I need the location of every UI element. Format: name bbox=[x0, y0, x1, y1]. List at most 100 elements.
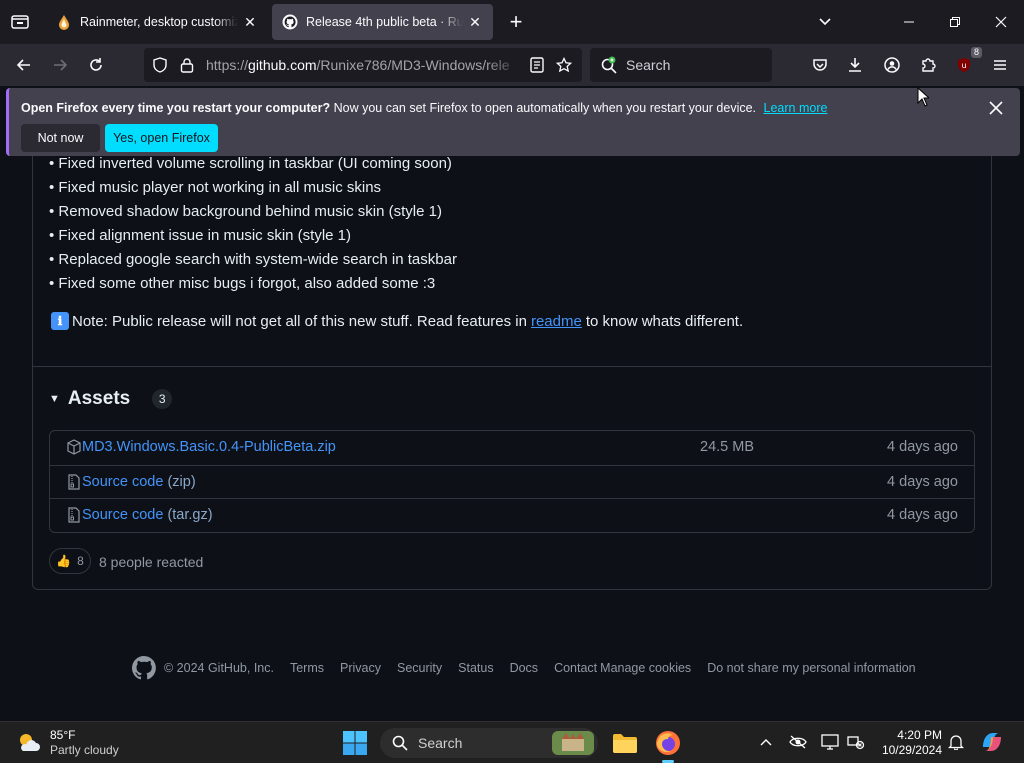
footer-link-manage-cookies[interactable]: Manage cookies bbox=[600, 661, 691, 675]
new-tab-button[interactable]: + bbox=[502, 8, 530, 36]
note-text-end: to know whats different. bbox=[585, 312, 744, 330]
downloads-button[interactable] bbox=[839, 49, 871, 81]
tray-icon-3[interactable] bbox=[846, 732, 866, 752]
reload-icon bbox=[90, 58, 102, 71]
bell-icon bbox=[948, 735, 964, 750]
taskbar-file-explorer[interactable] bbox=[610, 728, 640, 758]
thumbs-up-icon: 👍 bbox=[56, 554, 72, 568]
package-icon bbox=[67, 439, 81, 455]
asset-date: 4 days ago bbox=[887, 439, 958, 455]
file-zip-icon bbox=[68, 507, 80, 523]
footer-link-docs[interactable]: Docs bbox=[510, 661, 538, 675]
assets-count-badge: 3 bbox=[152, 389, 173, 409]
tray-icon-2[interactable] bbox=[820, 732, 840, 752]
tray-icon-1[interactable] bbox=[788, 732, 808, 752]
assets-toggle[interactable]: ▼ Assets 3 bbox=[49, 388, 173, 410]
footer-link-do-not-share[interactable]: Do not share my personal information bbox=[707, 661, 915, 675]
list-item: Fixed music player not working in all mu… bbox=[49, 176, 457, 200]
divider bbox=[33, 366, 991, 367]
search-icon bbox=[392, 735, 408, 751]
asset-download-link[interactable]: MD3.Windows.Basic.0.4-PublicBeta.zip bbox=[82, 439, 336, 455]
pocket-icon bbox=[813, 59, 827, 71]
close-icon bbox=[995, 16, 1007, 28]
pocket-button[interactable] bbox=[804, 49, 836, 81]
list-item: Fixed some other misc bugs i forgot, als… bbox=[49, 272, 457, 296]
restore-button[interactable] bbox=[932, 0, 978, 44]
search-bar[interactable]: Search bbox=[590, 48, 772, 82]
close-window-button[interactable] bbox=[978, 0, 1024, 44]
windows-start-icon[interactable] bbox=[342, 730, 368, 756]
learn-more-link[interactable]: Learn more bbox=[764, 101, 828, 115]
tab-github-release[interactable]: Release 4th public beta · Runixe ✕ bbox=[272, 4, 493, 40]
list-item: Removed shadow background behind music s… bbox=[49, 200, 457, 224]
bookmark-star-icon[interactable] bbox=[556, 57, 572, 73]
extension-badge: 8 bbox=[970, 47, 982, 58]
footer-link-contact[interactable]: Contact bbox=[554, 661, 597, 675]
footer-link-security[interactable]: Security bbox=[397, 661, 442, 675]
weather-widget[interactable]: 85°F Partly cloudy bbox=[16, 728, 119, 758]
forward-button[interactable] bbox=[44, 49, 76, 81]
not-now-button[interactable]: Not now bbox=[21, 124, 100, 152]
arrow-left-icon bbox=[16, 59, 30, 71]
back-button[interactable] bbox=[8, 49, 40, 81]
footer-copyright: © 2024 GitHub, Inc. bbox=[164, 661, 274, 675]
taskbar-search-box[interactable]: Search bbox=[380, 728, 598, 758]
footer-link-privacy[interactable]: Privacy bbox=[340, 661, 381, 675]
tab-close-icon[interactable]: ✕ bbox=[242, 14, 258, 30]
footer-link-status[interactable]: Status bbox=[458, 661, 493, 675]
taskbar-firefox[interactable] bbox=[653, 728, 683, 763]
tab-title: Release 4th public beta · Runixe bbox=[306, 15, 463, 29]
svg-text:u: u bbox=[961, 61, 966, 70]
rainmeter-drop-icon bbox=[56, 14, 72, 30]
account-button[interactable] bbox=[876, 49, 908, 81]
copilot-button[interactable] bbox=[978, 728, 1006, 756]
note-text: Note: Public release will not get all of… bbox=[72, 312, 527, 330]
notifications-button[interactable] bbox=[946, 732, 966, 752]
list-item: Replaced google search with system-wide … bbox=[49, 248, 457, 272]
firefox-icon bbox=[656, 731, 680, 755]
clock-date: 10/29/2024 bbox=[881, 743, 942, 757]
chevron-up-icon bbox=[760, 739, 772, 746]
source-targz-link[interactable]: Source code (tar.gz) bbox=[82, 507, 213, 523]
navigation-toolbar: https://github.com/Runixe786/MD3-Windows… bbox=[0, 44, 1024, 86]
reload-button[interactable] bbox=[80, 49, 112, 81]
url-text[interactable]: https://github.com/Runixe786/MD3-Windows… bbox=[206, 57, 524, 73]
yes-open-firefox-button[interactable]: Yes, open Firefox bbox=[105, 124, 218, 152]
ublock-extension-button[interactable]: u 8 bbox=[948, 47, 982, 81]
reaction-count: 8 bbox=[77, 554, 84, 568]
source-zip-link[interactable]: Source code (zip) bbox=[82, 474, 196, 490]
release-card: Fixed inverted volume scrolling in taskb… bbox=[32, 132, 992, 590]
search-highlight-castle-icon bbox=[552, 731, 594, 755]
show-hidden-icons-button[interactable] bbox=[756, 732, 776, 752]
taskbar-clock[interactable]: 4:20 PM 10/29/2024 bbox=[872, 728, 942, 758]
readme-link[interactable]: readme bbox=[531, 313, 582, 330]
list-all-tabs-button[interactable] bbox=[812, 10, 838, 34]
tab-rainmeter[interactable]: Rainmeter, desktop customizat ✕ bbox=[46, 4, 268, 40]
thumbs-up-reaction-button[interactable]: 👍 8 bbox=[49, 548, 91, 574]
notification-close-button[interactable] bbox=[986, 98, 1006, 118]
minimize-icon bbox=[904, 21, 914, 23]
arrow-right-icon bbox=[54, 59, 68, 71]
firefox-view-button[interactable] bbox=[0, 0, 40, 44]
list-item: Fixed alignment issue in music skin (sty… bbox=[49, 224, 457, 248]
shield-icon bbox=[153, 57, 167, 73]
tab-close-icon[interactable]: ✕ bbox=[467, 14, 483, 30]
mouse-cursor-icon bbox=[917, 87, 929, 107]
changelog-list: Fixed inverted volume scrolling in taskb… bbox=[49, 152, 457, 296]
address-bar[interactable]: https://github.com/Runixe786/MD3-Windows… bbox=[144, 48, 582, 82]
search-placeholder: Search bbox=[626, 57, 671, 73]
minimize-button[interactable] bbox=[886, 0, 932, 44]
assets-list: MD3.Windows.Basic.0.4-PublicBeta.zip 24.… bbox=[49, 430, 975, 533]
reader-view-icon[interactable] bbox=[530, 57, 544, 73]
github-logo-icon[interactable] bbox=[132, 656, 156, 680]
download-icon bbox=[849, 58, 861, 72]
github-icon bbox=[282, 14, 298, 30]
caret-down-icon: ▼ bbox=[49, 393, 60, 405]
file-zip-icon bbox=[68, 473, 80, 490]
extensions-button[interactable] bbox=[912, 49, 944, 81]
plus-icon: + bbox=[509, 9, 523, 34]
info-icon: ℹ bbox=[51, 312, 69, 330]
footer-link-terms[interactable]: Terms bbox=[290, 661, 324, 675]
firefox-view-icon bbox=[11, 15, 29, 29]
app-menu-button[interactable] bbox=[984, 49, 1016, 81]
